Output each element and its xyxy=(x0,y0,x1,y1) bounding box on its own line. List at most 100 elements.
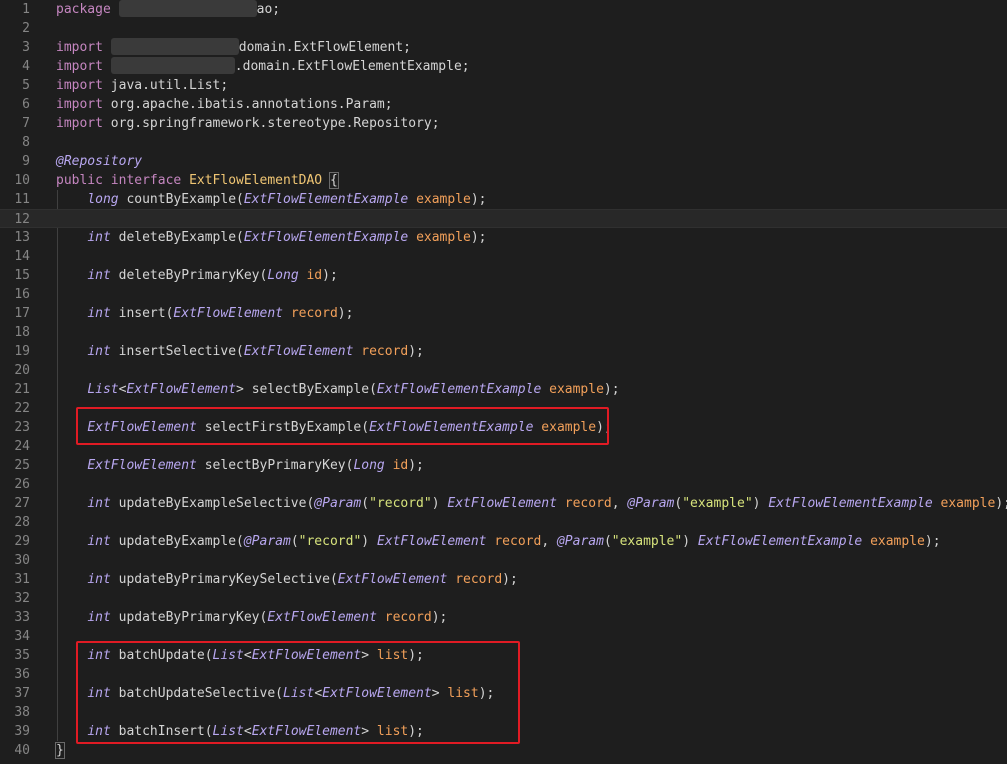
code-line[interactable]: 2 xyxy=(0,19,1007,38)
code-line[interactable]: 27 int updateByExampleSelective(@Param("… xyxy=(0,494,1007,513)
highlight-box-batch-methods xyxy=(76,641,520,744)
code-token: record xyxy=(455,572,503,587)
code-token: Long xyxy=(267,268,299,283)
line-number: 13 xyxy=(14,230,30,245)
code-token: record xyxy=(494,534,542,549)
code-token: .domain.ExtFlowElementExample; xyxy=(234,59,470,74)
code-token: import xyxy=(56,59,103,74)
line-code: long countByExample(ExtFlowElementExampl… xyxy=(56,190,486,209)
code-token: ( xyxy=(236,534,244,549)
code-token: public xyxy=(56,173,103,188)
code-token: ); xyxy=(470,230,487,245)
code-token: ExtFlowElement xyxy=(126,382,237,397)
code-line[interactable]: 6 import org.apache.ibatis.annotations.Pa… xyxy=(0,95,1007,114)
line-number: 6 xyxy=(22,97,30,112)
code-token: selectByPrimaryKey xyxy=(204,458,346,473)
code-line[interactable]: 9 @Repository xyxy=(0,152,1007,171)
code-line[interactable]: 13 int deleteByExample(ExtFlowElementExa… xyxy=(0,228,1007,247)
code-token: example xyxy=(549,382,604,397)
line-number: 19 xyxy=(14,344,30,359)
code-line[interactable]: 14 xyxy=(0,247,1007,266)
code-token: package xyxy=(56,2,111,17)
code-token: ); xyxy=(408,344,424,359)
code-line[interactable]: 21 List<ExtFlowElement> selectByExample(… xyxy=(0,380,1007,399)
code-token: record xyxy=(290,306,338,321)
line-number: 14 xyxy=(14,249,30,264)
code-line[interactable]: 20 xyxy=(0,361,1007,380)
code-line[interactable]: 10 public interface ExtFlowElementDAO { xyxy=(0,171,1007,190)
code-line[interactable]: 16 xyxy=(0,285,1007,304)
code-line[interactable]: 15 int deleteByPrimaryKey(Long id); xyxy=(0,266,1007,285)
code-token: , xyxy=(541,534,550,549)
code-line[interactable]: 8 xyxy=(0,133,1007,152)
line-number: 35 xyxy=(14,648,30,663)
code-line[interactable]: 11 long countByExample(ExtFlowElementExa… xyxy=(0,190,1007,209)
code-token: updateByExample xyxy=(118,534,237,549)
code-line[interactable]: 33 int updateByPrimaryKey(ExtFlowElement… xyxy=(0,608,1007,627)
code-token: } xyxy=(55,742,65,759)
code-token: ExtFlowElement xyxy=(243,344,354,359)
line-number: 40 xyxy=(14,743,30,758)
code-token: record xyxy=(564,496,612,511)
code-line[interactable]: 32 xyxy=(0,589,1007,608)
code-token: ExtFlowElementExample xyxy=(243,192,409,207)
code-token: @Param xyxy=(627,496,675,511)
code-token: int xyxy=(87,496,111,511)
code-line[interactable]: 5 import java.util.List; xyxy=(0,76,1007,95)
code-line[interactable]: 17 int insert(ExtFlowElement record); xyxy=(0,304,1007,323)
code-token: selectByExample xyxy=(251,382,370,397)
code-line[interactable]: 31 int updateByPrimaryKeySelective(ExtFl… xyxy=(0,570,1007,589)
code-token: ( xyxy=(236,230,244,245)
code-token: org.springframework.stereotype.Repositor… xyxy=(102,116,440,131)
code-line[interactable]: 7 import org.springframework.stereotype.R… xyxy=(0,114,1007,133)
code-editor[interactable]: 1 package ao; 2 3 import domain.ExtFlowEleme… xyxy=(0,0,1007,764)
code-line[interactable]: 26 xyxy=(0,475,1007,494)
line-number: 32 xyxy=(14,591,30,606)
code-line[interactable]: 12 xyxy=(0,209,1007,228)
code-line[interactable]: 1 package ao; xyxy=(0,0,1007,19)
line-code: int deleteByExample(ExtFlowElementExampl… xyxy=(56,228,487,247)
line-number: 25 xyxy=(14,458,30,473)
line-code: int updateByPrimaryKeySelective(ExtFlowE… xyxy=(56,570,518,589)
code-token: example xyxy=(940,496,996,511)
code-token: ); xyxy=(431,610,448,625)
code-line[interactable]: 19 int insertSelective(ExtFlowElement re… xyxy=(0,342,1007,361)
line-code: int updateByExample(@Param("record") Ext… xyxy=(56,532,940,551)
code-token: record xyxy=(361,344,409,359)
line-code: int insertSelective(ExtFlowElement recor… xyxy=(56,342,424,361)
code-token: > xyxy=(236,382,244,397)
code-token: domain.ExtFlowElement; xyxy=(238,40,411,55)
line-number: 30 xyxy=(14,553,30,568)
code-line[interactable]: 4 import .domain.ExtFlowElementExample; xyxy=(0,57,1007,76)
code-line[interactable]: 25 ExtFlowElement selectByPrimaryKey(Lon… xyxy=(0,456,1007,475)
line-number: 12 xyxy=(14,212,30,227)
line-number: 2 xyxy=(22,21,30,36)
code-token: example xyxy=(416,192,471,207)
code-token: ExtFlowElement xyxy=(337,572,448,587)
code-line[interactable]: 28 xyxy=(0,513,1007,532)
code-token: ); xyxy=(603,382,620,397)
code-line[interactable]: 30 xyxy=(0,551,1007,570)
code-line[interactable]: 3 import domain.ExtFlowElement; xyxy=(0,38,1007,57)
line-code: @Repository xyxy=(56,152,142,171)
code-token: ExtFlowElement xyxy=(376,534,487,549)
code-line[interactable]: 18 xyxy=(0,323,1007,342)
line-number: 38 xyxy=(14,705,30,720)
code-token: ) xyxy=(682,534,691,549)
line-number: 4 xyxy=(22,59,30,74)
code-line[interactable]: 29 int updateByExample(@Param("record") … xyxy=(0,532,1007,551)
